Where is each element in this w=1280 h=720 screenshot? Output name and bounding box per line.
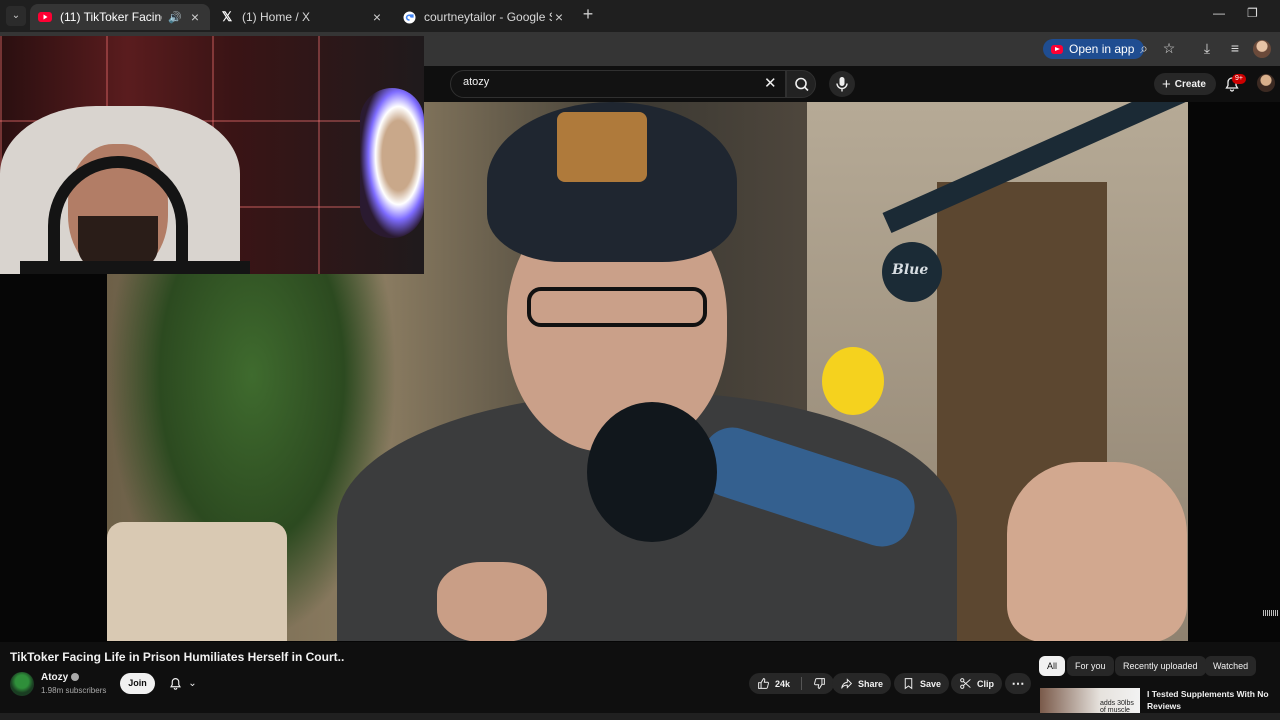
tab-youtube-video[interactable]: (11) TikToker Facing Life in P 🔊 ×: [30, 4, 210, 30]
new-tab-button[interactable]: +: [578, 4, 598, 26]
thumbs-up-icon: [758, 678, 769, 689]
clip-label: Clip: [977, 678, 994, 689]
close-tab-icon[interactable]: ×: [188, 9, 202, 25]
thumbs-down-icon[interactable]: [813, 677, 826, 690]
more-actions-button[interactable]: ⋯: [1005, 673, 1031, 694]
search-input[interactable]: [450, 70, 786, 98]
scissors-icon: [960, 678, 971, 689]
person-glasses: [527, 287, 707, 327]
verified-icon: [71, 673, 80, 682]
tab-google-search[interactable]: courtneytailor - Google Search ×: [394, 4, 574, 30]
minimize-icon[interactable]: —: [1213, 6, 1225, 20]
google-icon: [402, 10, 416, 24]
channel-avatar[interactable]: [10, 672, 34, 696]
like-count: 24k: [775, 678, 791, 689]
tab-label: (11) TikToker Facing Life in P: [60, 10, 162, 24]
microphone-foam: [587, 402, 717, 542]
close-tab-icon[interactable]: ×: [370, 9, 384, 25]
chip-recently-uploaded[interactable]: Recently uploaded: [1115, 656, 1206, 676]
chevron-down-icon: ⌄: [188, 678, 197, 689]
cap-logo: [557, 112, 647, 182]
os-taskbar: [0, 713, 1280, 720]
subscription-bell-button[interactable]: ⌄: [162, 673, 204, 694]
streamer-shirt: [20, 261, 250, 274]
reading-list-icon[interactable]: ≡: [1226, 40, 1244, 56]
bell-icon: [170, 678, 182, 690]
join-button[interactable]: Join: [120, 673, 155, 694]
share-button[interactable]: Share: [832, 673, 892, 694]
more-horizontal-icon: ⋯: [1011, 675, 1025, 691]
scene-couch: [107, 522, 287, 641]
search-query: atozy: [463, 76, 490, 88]
youtube-account-avatar[interactable]: [1257, 74, 1275, 92]
like-button[interactable]: 24k: [757, 677, 790, 690]
tab-label: (1) Home / X: [242, 10, 311, 24]
x-icon: 𝕏: [221, 9, 233, 24]
subscriber-count: 1.98m subscribers: [41, 686, 107, 695]
save-button[interactable]: Save: [894, 673, 950, 694]
clear-search-icon[interactable]: ✕: [764, 74, 777, 92]
bookmark-icon: [904, 678, 913, 690]
streamer-webcam-overlay: [0, 36, 424, 274]
video-title: TikToker Facing Life in Prison Humiliate…: [10, 650, 345, 664]
search-button[interactable]: [786, 70, 816, 98]
channel-name[interactable]: Atozy: [41, 672, 80, 683]
youtube-icon: [38, 10, 52, 24]
create-button[interactable]: + Create: [1154, 73, 1216, 95]
recommended-video-title[interactable]: I Tested Supplements With No Reviews: [1147, 688, 1272, 712]
tab-search-menu-icon[interactable]: ⌄: [6, 6, 26, 26]
thumbnail-caption: adds 30lbs of muscle: [1100, 700, 1134, 714]
share-label: Share: [858, 678, 884, 689]
person-hand: [437, 562, 547, 641]
person-hand: [1007, 462, 1187, 641]
microphone-icon: [836, 77, 848, 92]
tab-x-home[interactable]: 𝕏 (1) Home / X ×: [212, 4, 392, 30]
share-icon: [841, 678, 853, 689]
speaker-icon[interactable]: 🔊: [168, 11, 182, 24]
channel-name-text: Atozy: [41, 672, 69, 683]
plus-icon: +: [1162, 75, 1171, 93]
chip-watched[interactable]: Watched: [1205, 656, 1257, 676]
zoom-icon[interactable]: ⌕: [1135, 40, 1153, 57]
bookmark-star-icon[interactable]: ☆: [1160, 40, 1178, 57]
tab-strip: ⌄ (11) TikToker Facing Life in P 🔊 × 𝕏 (…: [0, 0, 1280, 32]
browser-profile-avatar[interactable]: [1253, 40, 1271, 58]
divider: [801, 677, 803, 690]
rubber-duck: [822, 347, 884, 415]
close-tab-icon[interactable]: ×: [552, 9, 566, 25]
voice-search-button[interactable]: [829, 71, 855, 97]
like-dislike-group: 24k: [749, 673, 835, 694]
tab-label: courtneytailor - Google Search: [424, 10, 552, 24]
create-label: Create: [1174, 78, 1206, 90]
chip-all[interactable]: All: [1039, 656, 1066, 676]
player-edge-handle[interactable]: [1263, 610, 1279, 616]
restore-icon[interactable]: ❐: [1247, 6, 1258, 20]
open-in-app-button[interactable]: Open in app: [1043, 39, 1145, 59]
download-icon[interactable]: ⤓: [1198, 40, 1216, 57]
notification-count-badge: 9+: [1232, 74, 1246, 84]
clip-button[interactable]: Clip: [951, 673, 1002, 694]
search-icon: [795, 77, 809, 92]
open-in-app-label: Open in app: [1069, 42, 1135, 56]
chip-for-you[interactable]: For you: [1067, 656, 1114, 676]
webcam-lamp: [360, 88, 424, 238]
mic-brand-text: Blue: [892, 262, 929, 278]
save-label: Save: [920, 678, 942, 689]
youtube-icon: [1051, 44, 1063, 54]
